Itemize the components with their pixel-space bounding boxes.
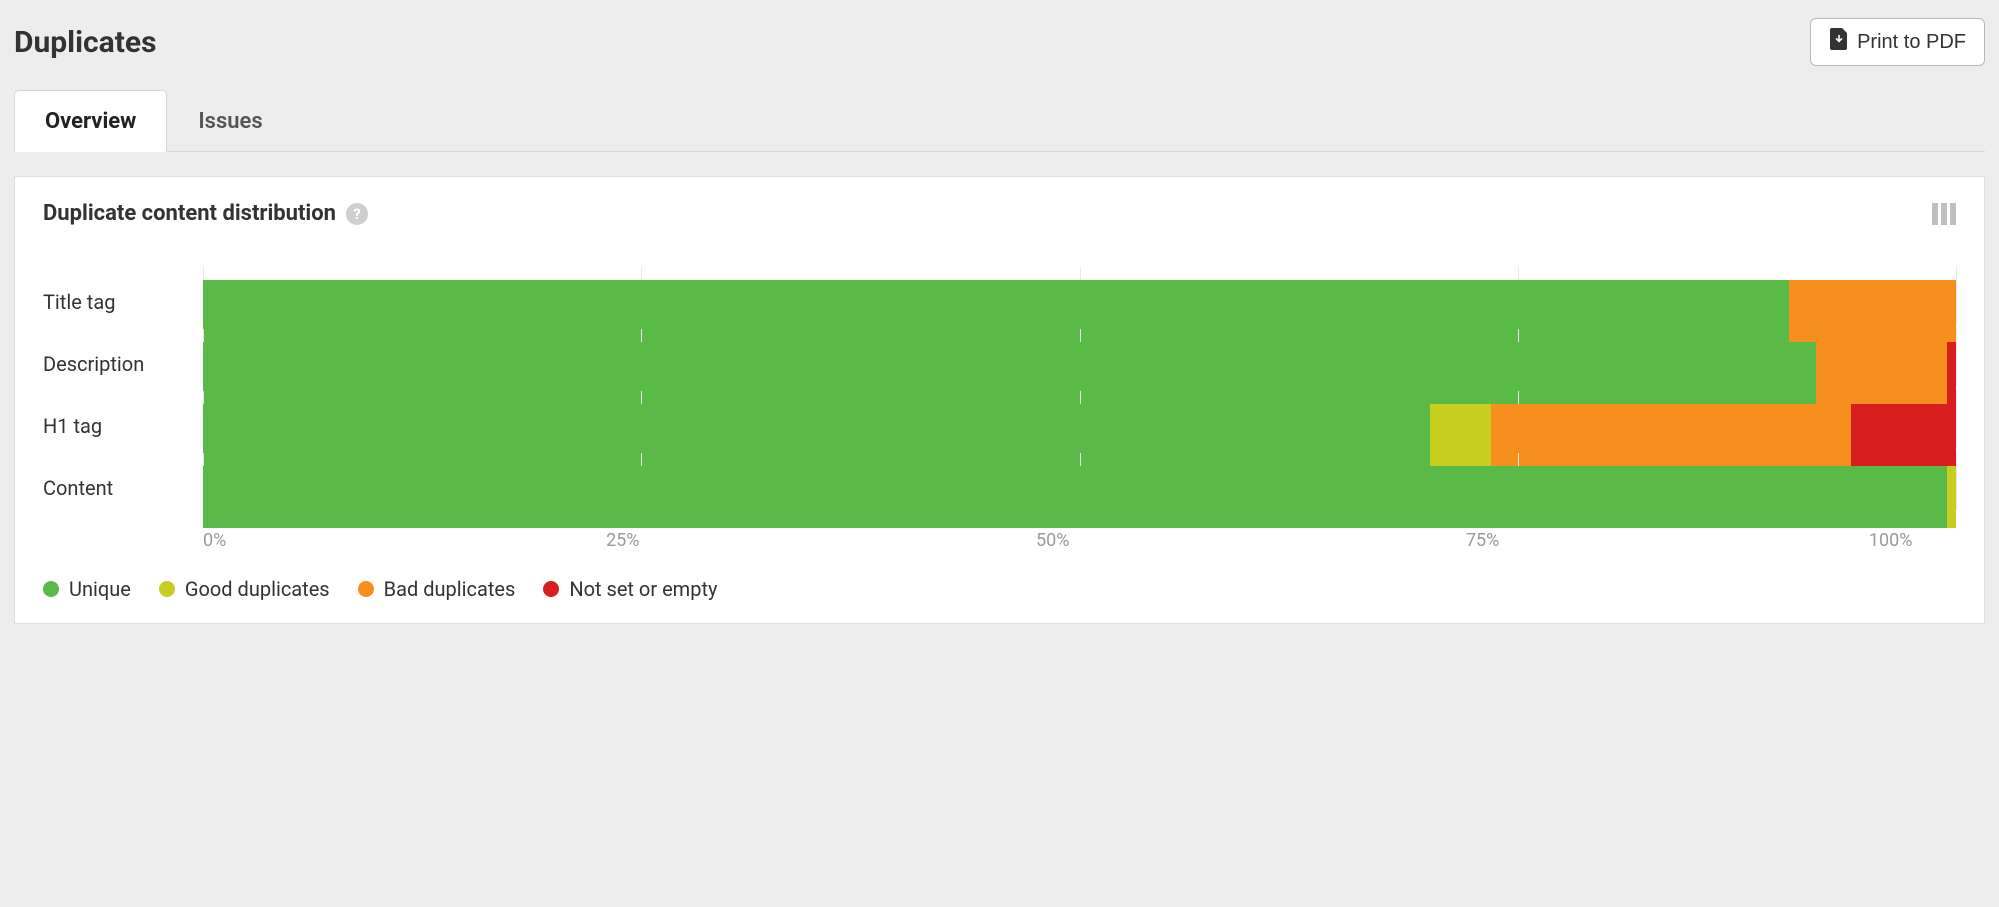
legend-label-good: Good duplicates	[185, 577, 330, 601]
chart-category-label: H1 tag	[43, 386, 203, 448]
chart-category-label: Content	[43, 448, 203, 510]
tab-issues[interactable]: Issues	[167, 90, 293, 152]
chart-bar	[203, 324, 1956, 386]
axis-tick: 50%	[1036, 530, 1069, 551]
print-to-pdf-button[interactable]: Print to PDF	[1810, 18, 1985, 66]
grid-line	[1956, 329, 1957, 386]
chart-segment-good[interactable]	[1947, 466, 1956, 528]
page-title: Duplicates	[14, 25, 157, 60]
legend-label-unique: Unique	[69, 577, 131, 601]
chart-bar	[203, 448, 1956, 510]
axis-tick: 75%	[1466, 530, 1499, 551]
section-title: Duplicate content distribution	[43, 201, 336, 226]
axis-tick: 0%	[203, 530, 226, 551]
legend-label-bad: Bad duplicates	[384, 577, 516, 601]
print-to-pdf-label: Print to PDF	[1857, 31, 1966, 54]
grid-line	[1956, 453, 1957, 510]
help-icon[interactable]: ?	[346, 203, 368, 225]
columns-toggle-icon[interactable]	[1932, 203, 1956, 225]
tabs: Overview Issues	[14, 90, 1985, 152]
legend-unique[interactable]: Unique	[43, 577, 131, 601]
panel-duplicate-distribution: Duplicate content distribution ? Title t…	[14, 176, 1985, 624]
chart-bar	[203, 386, 1956, 448]
grid-line	[1956, 267, 1957, 324]
download-file-icon	[1829, 28, 1849, 56]
legend-dot-unique	[43, 581, 59, 597]
legend-label-empty: Not set or empty	[569, 577, 717, 601]
chart-category-label: Title tag	[43, 262, 203, 324]
chart-bar	[203, 262, 1956, 324]
tab-overview[interactable]: Overview	[14, 90, 167, 152]
legend-bad[interactable]: Bad duplicates	[358, 577, 516, 601]
grid-line	[1956, 391, 1957, 448]
legend-dot-bad	[358, 581, 374, 597]
chart-segment-unique[interactable]	[203, 466, 1947, 528]
legend-dot-good	[159, 581, 175, 597]
legend-dot-empty	[543, 581, 559, 597]
legend: Unique Good duplicates Bad duplicates No…	[43, 551, 1956, 601]
legend-good[interactable]: Good duplicates	[159, 577, 330, 601]
axis-tick: 25%	[606, 530, 639, 551]
legend-empty[interactable]: Not set or empty	[543, 577, 717, 601]
axis-tick: 100%	[1869, 530, 1913, 551]
chart-category-label: Description	[43, 324, 203, 386]
